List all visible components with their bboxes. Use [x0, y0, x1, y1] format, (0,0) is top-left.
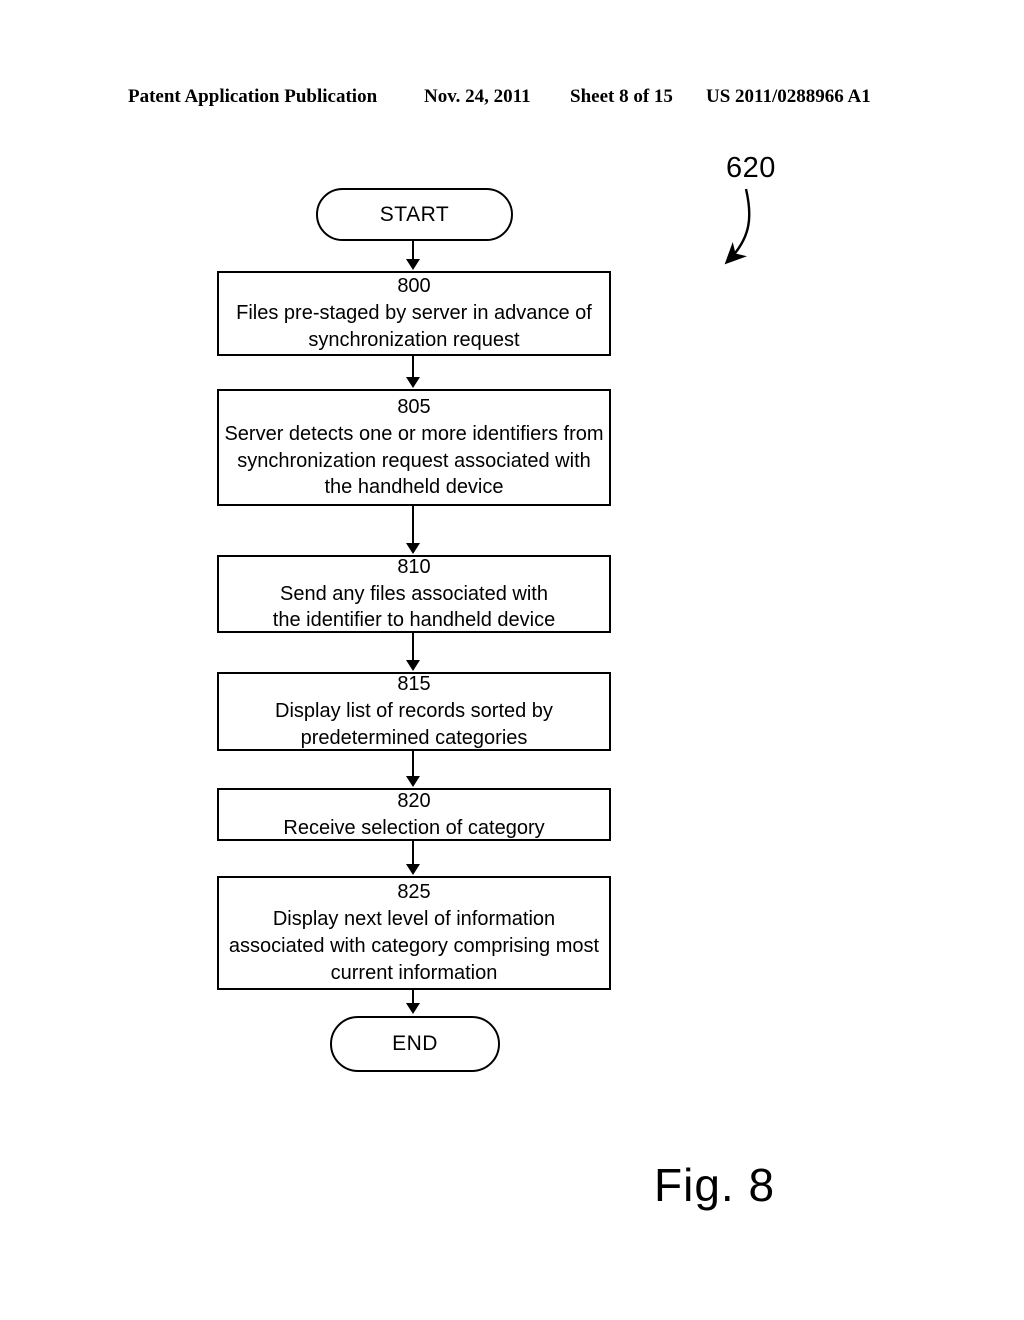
flowchart-node-start: START	[316, 188, 513, 241]
arrowhead-to-820	[406, 776, 420, 787]
flowchart-node-end: END	[330, 1016, 500, 1072]
node-815-ref: 815	[397, 673, 431, 696]
figure-caption: Fig. 8	[654, 1159, 776, 1211]
reference-numeral-620: 620	[726, 152, 776, 184]
node-820-ref: 820	[397, 789, 431, 812]
flowchart-node-815: 815 Display list of records sorted by pr…	[217, 672, 611, 751]
flowchart-node-805: 805 Server detects one or more identifie…	[217, 389, 611, 506]
node-start-label: START	[379, 202, 450, 226]
flowchart-diagram: START 800 Files pre-staged by server in …	[0, 0, 1024, 1320]
flowchart-node-820: 820 Receive selection of category	[217, 788, 611, 841]
node-805-text: Server detects one or more identifiers f…	[224, 422, 604, 499]
node-825-text: Display next level of information associ…	[228, 908, 600, 984]
connector-815-to-820	[412, 751, 414, 777]
node-820-text: Receive selection of category	[283, 816, 545, 839]
node-810-text: Send any files associated with the ident…	[272, 582, 556, 632]
connector-805-to-810	[412, 506, 414, 544]
node-805-ref: 805	[397, 395, 431, 418]
flowchart-node-810: 810 Send any files associated with the i…	[217, 555, 611, 633]
node-800-text: Files pre-staged by server in advance of…	[236, 302, 592, 351]
connector-810-to-815	[412, 633, 414, 661]
node-800-ref: 800	[397, 275, 431, 298]
node-825-ref: 825	[397, 881, 431, 904]
arrowhead-to-825	[406, 864, 420, 875]
arrowhead-to-810	[406, 543, 420, 554]
flowchart-node-800: 800 Files pre-staged by server in advanc…	[217, 271, 611, 356]
arrowhead-to-800	[406, 259, 420, 270]
node-810-ref: 810	[397, 555, 431, 578]
reference-leader-arrow-icon	[724, 188, 751, 265]
arrowhead-to-end	[406, 1003, 420, 1014]
connector-820-to-825	[412, 841, 414, 865]
node-end-label: END	[392, 1032, 438, 1055]
flowchart-node-825: 825 Display next level of information as…	[217, 876, 611, 990]
arrowhead-to-805	[406, 377, 420, 388]
arrowhead-to-815	[406, 660, 420, 671]
connector-800-to-805	[412, 356, 414, 378]
node-815-text: Display list of records sorted by predet…	[275, 700, 553, 749]
